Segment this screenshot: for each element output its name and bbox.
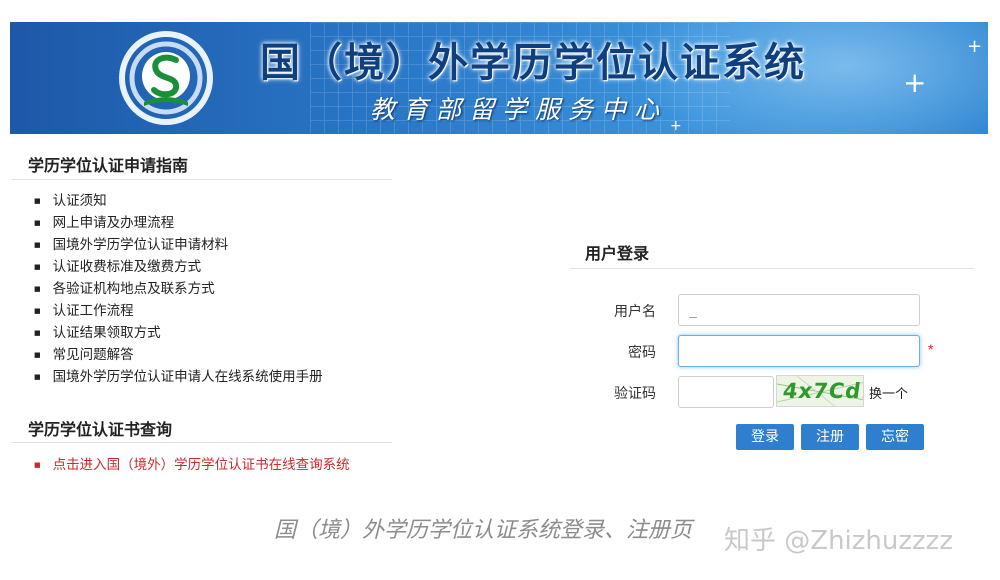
sparkle-icon: + (670, 118, 682, 134)
login-heading: 用户登录 (585, 244, 650, 263)
banner-title: 国（境）外学历学位认证系统 (260, 39, 806, 86)
refresh-captcha-link[interactable]: 换一个 (869, 383, 908, 402)
login-button[interactable]: 登录 (736, 424, 794, 450)
forgot-password-button[interactable]: 忘密 (866, 424, 924, 450)
zhihu-watermark: 知乎 @Zhizhuzzzz (724, 526, 953, 556)
guide-link[interactable]: 认证结果领取方式 (34, 322, 323, 344)
guide-link[interactable]: 认证收费标准及缴费方式 (34, 256, 323, 278)
guide-link[interactable]: 认证须知 (34, 190, 323, 212)
login-divider (570, 268, 974, 269)
guide-link[interactable]: 认证工作流程 (34, 300, 323, 322)
query-heading: 学历学位认证书查询 (28, 420, 173, 439)
guide-list: 认证须知 网上申请及办理流程 国境外学历学位认证申请材料 认证收费标准及缴费方式… (34, 190, 323, 388)
guide-link[interactable]: 国境外学历学位认证申请材料 (34, 234, 323, 256)
image-caption: 国（境）外学历学位认证系统登录、注册页 (274, 518, 693, 543)
captcha-label: 验证码 (614, 386, 656, 402)
cscse-logo (119, 31, 213, 125)
certificate-query-link[interactable]: 点击进入国（境外）学历学位认证书在线查询系统 (34, 453, 350, 473)
guide-divider (12, 179, 392, 180)
password-input[interactable] (678, 335, 920, 367)
register-button[interactable]: 注册 (801, 424, 859, 450)
guide-link[interactable]: 网上申请及办理流程 (34, 212, 323, 234)
header-banner: 国（境）外学历学位认证系统 教育部留学服务中心 + + + (10, 22, 988, 134)
sparkle-icon: + (967, 36, 983, 57)
guide-link[interactable]: 常见问题解答 (34, 344, 323, 366)
captcha-text: 4x7Cd1 (781, 379, 864, 403)
password-label: 密码 (628, 345, 656, 361)
guide-link[interactable]: 国境外学历学位认证申请人在线系统使用手册 (34, 366, 323, 388)
captcha-input[interactable] (678, 376, 774, 408)
username-label: 用户名 (614, 304, 656, 320)
guide-heading: 学历学位认证申请指南 (28, 156, 189, 175)
required-mark: * (928, 341, 934, 357)
query-divider (12, 442, 392, 443)
banner-subtitle: 教育部留学服务中心 (370, 95, 668, 124)
username-input[interactable] (678, 294, 920, 326)
sparkle-icon: + (903, 66, 927, 99)
captcha-image[interactable]: 4x7Cd1 (776, 375, 864, 407)
guide-link[interactable]: 各验证机构地点及联系方式 (34, 278, 323, 300)
